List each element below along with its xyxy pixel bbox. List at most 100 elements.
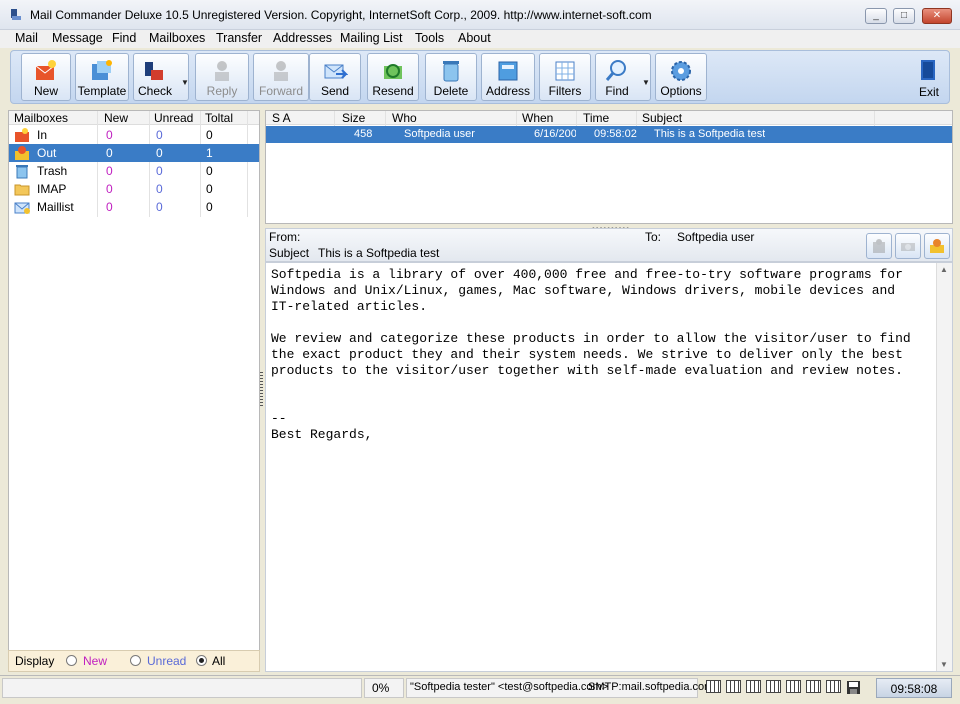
layout-7-icon[interactable] <box>826 680 841 693</box>
display-all-label[interactable]: All <box>212 654 225 668</box>
options-button[interactable]: Options <box>655 53 707 101</box>
menu-about[interactable]: About <box>458 31 491 45</box>
smtp-text: SMTP:mail.softpedia.com <box>588 681 714 693</box>
layout-2-icon[interactable] <box>726 680 741 693</box>
status-bar: 0% "Softpedia tester" <test@softpedia.co… <box>0 675 960 704</box>
menu-addresses[interactable]: Addresses <box>273 31 332 45</box>
message-subject: This is a Softpedia test <box>654 128 766 140</box>
col-size[interactable]: Size <box>342 111 365 125</box>
find-dropdown-icon[interactable]: ▼ <box>642 78 650 87</box>
from-label: From: <box>269 230 301 244</box>
mailbox-row-trash[interactable]: Trash 0 0 0 <box>9 162 259 180</box>
check-button[interactable]: Check ▼ <box>133 53 189 101</box>
forward-button[interactable]: Forward <box>253 53 309 101</box>
reply-icon <box>215 61 229 81</box>
menu-mailboxes[interactable]: Mailboxes <box>149 31 205 45</box>
mailbox-pane: Mailboxes New Unread Toltal In 0 0 0 Out… <box>8 110 260 672</box>
find-button[interactable]: Find ▼ <box>595 53 651 101</box>
to-value: Softpedia user <box>677 230 755 244</box>
clock: 09:58:08 <box>876 678 952 698</box>
layout-1-icon[interactable] <box>706 680 721 693</box>
outbox-icon <box>15 146 29 160</box>
exit-door-icon <box>921 60 935 80</box>
address-book-icon <box>498 61 518 81</box>
vertical-splitter[interactable] <box>260 372 263 408</box>
scroll-down-icon[interactable]: ▼ <box>940 660 948 669</box>
message-time: 09:58:02 <box>594 128 637 140</box>
trash-icon <box>16 165 28 179</box>
mailbox-row-imap[interactable]: IMAP 0 0 0 <box>9 180 259 198</box>
body-scrollbar[interactable]: ▲ ▼ <box>936 263 952 671</box>
mailbox-row-out[interactable]: Out 0 0 1 <box>9 144 259 162</box>
display-new-radio[interactable] <box>66 655 77 666</box>
window-title: Mail Commander Deluxe 10.5 Unregistered … <box>30 8 652 22</box>
close-button[interactable]: ✕ <box>922 8 952 24</box>
title-bar: Mail Commander Deluxe 10.5 Unregistered … <box>0 0 960 30</box>
inbox-icon <box>15 128 29 142</box>
menu-find[interactable]: Find <box>112 31 136 45</box>
delete-button[interactable]: Delete <box>425 53 477 101</box>
to-label: To: <box>645 230 662 244</box>
filters-button[interactable]: Filters <box>539 53 591 101</box>
display-unread-label[interactable]: Unread <box>147 654 186 668</box>
options-gear-icon <box>671 61 691 81</box>
mailbox-header: Mailboxes New Unread Toltal <box>9 111 259 125</box>
subject-label: Subject <box>269 246 310 260</box>
col-status[interactable]: S A <box>272 111 291 125</box>
display-filter: Display New Unread All <box>8 650 260 672</box>
preview-open-button[interactable] <box>924 233 950 259</box>
check-dropdown-icon[interactable]: ▼ <box>181 78 189 87</box>
display-new-label[interactable]: New <box>83 654 107 668</box>
preview-attach-button[interactable] <box>866 233 892 259</box>
address-button[interactable]: Address <box>481 53 535 101</box>
col-mailboxes[interactable]: Mailboxes <box>14 111 68 125</box>
display-unread-radio[interactable] <box>130 655 141 666</box>
display-all-radio[interactable] <box>196 655 207 666</box>
attachment-icon <box>873 239 885 253</box>
message-list: S A Size Who When Time Subject 458 Softp… <box>265 110 953 224</box>
col-unread[interactable]: Unread <box>154 111 193 125</box>
new-mail-icon <box>35 60 56 80</box>
minimize-button[interactable]: _ <box>865 8 887 24</box>
message-row[interactable]: 458 Softpedia user 6/16/200 09:58:02 Thi… <box>266 126 952 143</box>
layout-6-icon[interactable] <box>806 680 821 693</box>
subject-value: This is a Softpedia test <box>318 246 440 260</box>
col-total[interactable]: Toltal <box>205 111 233 125</box>
layout-3-icon[interactable] <box>746 680 761 693</box>
col-time[interactable]: Time <box>583 111 609 125</box>
print-icon <box>901 243 915 251</box>
col-new[interactable]: New <box>104 111 128 125</box>
col-when[interactable]: When <box>522 111 553 125</box>
col-subject[interactable]: Subject <box>642 111 682 125</box>
menu-tools[interactable]: Tools <box>415 31 444 45</box>
layout-5-icon[interactable] <box>786 680 801 693</box>
menu-mailing-list[interactable]: Mailing List <box>340 31 403 45</box>
maximize-button[interactable]: □ <box>893 8 915 24</box>
message-body-pane[interactable]: Softpedia is a library of over 400,000 f… <box>265 262 953 672</box>
message-list-header: S A Size Who When Time Subject <box>266 111 952 125</box>
scroll-up-icon[interactable]: ▲ <box>940 265 948 274</box>
col-who[interactable]: Who <box>392 111 417 125</box>
mailbox-row-maillist[interactable]: Maillist 0 0 0 <box>9 198 259 216</box>
progress-text: 0% <box>372 681 390 695</box>
menu-mail[interactable]: Mail <box>15 31 38 45</box>
menu-transfer[interactable]: Transfer <box>216 31 262 45</box>
layout-4-icon[interactable] <box>766 680 781 693</box>
exit-button[interactable]: Exit <box>907 53 951 101</box>
check-mail-icon <box>145 62 163 80</box>
resend-icon <box>384 64 402 79</box>
send-button[interactable]: Send <box>309 53 361 101</box>
preview-print-button[interactable] <box>895 233 921 259</box>
message-body: Softpedia is a library of over 400,000 f… <box>271 267 911 442</box>
save-icon[interactable] <box>846 680 861 695</box>
mailbox-row-in[interactable]: In 0 0 0 <box>9 126 259 144</box>
resend-button[interactable]: Resend <box>367 53 419 101</box>
message-size: 458 <box>354 128 373 140</box>
message-who: Softpedia user <box>404 128 475 140</box>
menu-bar: Mail Message Find Mailboxes Transfer Add… <box>0 30 960 48</box>
reply-button[interactable]: Reply <box>195 53 249 101</box>
menu-message[interactable]: Message <box>52 31 103 45</box>
template-button[interactable]: Template <box>75 53 129 101</box>
forward-icon <box>274 61 288 81</box>
new-button[interactable]: New <box>21 53 71 101</box>
